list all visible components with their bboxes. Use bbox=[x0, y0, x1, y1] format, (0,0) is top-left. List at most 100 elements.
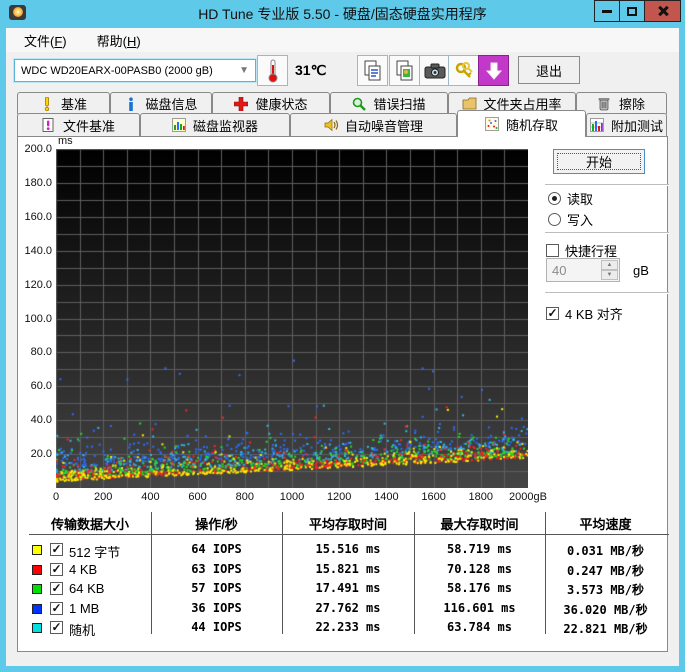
options-button[interactable] bbox=[448, 55, 479, 86]
save-results-button[interactable] bbox=[478, 55, 509, 86]
series-checkbox[interactable]: ✓ bbox=[50, 621, 63, 634]
copy-image-button[interactable] bbox=[389, 55, 420, 86]
menu-bar: 文件(F) 帮助(H) bbox=[6, 28, 679, 52]
app-window: HD Tune 专业版 5.50 - 硬盘/固态硬盘实用程序 文件(F) 帮助(… bbox=[0, 0, 685, 672]
random-access-panel: ms 20.0 40.0 60.0 80.0 100.0 120.0 140.0 160.0 1… bbox=[17, 135, 669, 652]
minimize-button[interactable] bbox=[594, 0, 620, 22]
copy-text-icon bbox=[364, 60, 380, 80]
spin-up-button[interactable]: ▲ bbox=[601, 260, 618, 270]
drive-select-value: WDC WD20EARX-00PASB0 (2000 gB) bbox=[21, 64, 213, 77]
table-row: ✓ 4 KB 63 IOPS 15.821 ms 70.128 ms 0.247 MB/秒 bbox=[18, 561, 669, 580]
short-stroke-unit: gB bbox=[633, 263, 649, 278]
random-access-chart bbox=[56, 149, 528, 488]
cell-iops: 63 IOPS bbox=[191, 561, 242, 576]
y-tick-label: 140.0 bbox=[24, 244, 52, 257]
y-tick-label: 40.0 bbox=[30, 414, 52, 427]
disk-info-icon bbox=[124, 96, 140, 111]
series-color-swatch bbox=[32, 564, 42, 575]
keys-icon bbox=[455, 61, 473, 78]
tab-extra-tests[interactable]: 附加测试 bbox=[586, 113, 667, 136]
series-label: 1 MB bbox=[69, 600, 100, 616]
tab-benchmark[interactable]: 基准 bbox=[17, 92, 110, 114]
cell-avg: 22.233 ms bbox=[315, 620, 381, 634]
x-tick-label: 2000gB bbox=[509, 491, 547, 503]
series-color-swatch bbox=[32, 623, 42, 633]
menu-help[interactable]: 帮助(H) bbox=[97, 31, 141, 50]
y-axis-unit: ms bbox=[58, 135, 73, 147]
tab-label: 基准 bbox=[60, 97, 87, 112]
table-row: ✓ 随机 44 IOPS 22.233 ms 63.784 ms 22.821 MB/秒 bbox=[18, 619, 669, 638]
extra-tests-icon bbox=[590, 118, 606, 132]
tab-error-scan[interactable]: 错误扫描 bbox=[330, 92, 448, 114]
tab-disk-monitor[interactable]: 磁盘监视器 bbox=[140, 113, 290, 136]
read-radio[interactable]: 读取 bbox=[548, 189, 593, 208]
series-checkbox[interactable]: ✓ bbox=[50, 562, 63, 576]
client-area: 文件(F) 帮助(H) WDC WD20EARX-00PASB0 (2000 g… bbox=[6, 28, 679, 666]
start-button[interactable]: 开始 bbox=[553, 149, 645, 174]
tab-label: 文件基准 bbox=[62, 118, 115, 134]
series-checkbox[interactable]: ✓ bbox=[50, 601, 63, 615]
chart-plot-area: ms 20.0 40.0 60.0 80.0 100.0 120.0 140.0 160.0 1… bbox=[24, 135, 547, 503]
series-checkbox[interactable]: ✓ bbox=[50, 543, 63, 556]
tab-aam[interactable]: 自动噪音管理 bbox=[290, 113, 457, 136]
erase-icon bbox=[598, 97, 614, 111]
checkbox-icon bbox=[546, 244, 559, 257]
tab-label: 磁盘监视器 bbox=[192, 118, 258, 134]
exit-button[interactable]: 退出 bbox=[518, 56, 580, 84]
align-4kb-checkbox[interactable]: ✓ 4 KB 对齐 bbox=[546, 304, 623, 323]
benchmark-icon bbox=[40, 96, 56, 111]
maximize-icon bbox=[627, 6, 637, 16]
cell-avg: 17.491 ms bbox=[315, 581, 381, 595]
cell-iops: 36 IOPS bbox=[191, 600, 242, 615]
copy-text-button[interactable] bbox=[357, 55, 388, 86]
results-table: 传输数据大小 操作/秒 平均存取时间 最大存取时间 平均速度 ✓ 512 字节 64 IOP… bbox=[18, 512, 669, 642]
separator bbox=[545, 292, 669, 294]
tab-label: 擦除 bbox=[618, 97, 645, 112]
screenshot-button[interactable] bbox=[419, 55, 450, 86]
folder-usage-icon bbox=[462, 97, 478, 111]
series-color-swatch bbox=[32, 545, 42, 555]
write-radio[interactable]: 写入 bbox=[548, 210, 593, 229]
title-bar: HD Tune 专业版 5.50 - 硬盘/固态硬盘实用程序 bbox=[0, 0, 685, 28]
close-button[interactable] bbox=[644, 0, 681, 22]
menu-file[interactable]: 文件(F) bbox=[24, 31, 67, 50]
maximize-button[interactable] bbox=[619, 0, 645, 22]
cell-avg: 27.762 ms bbox=[315, 600, 381, 615]
tab-file-benchmark[interactable]: 文件基准 bbox=[17, 113, 140, 136]
radio-icon bbox=[548, 213, 561, 226]
cell-iops: 57 IOPS bbox=[191, 581, 242, 595]
checkbox-icon: ✓ bbox=[546, 306, 559, 320]
series-checkbox[interactable]: ✓ bbox=[50, 582, 63, 595]
tab-erase[interactable]: 擦除 bbox=[576, 92, 667, 114]
drive-select[interactable]: WDC WD20EARX-00PASB0 (2000 gB) ▼ bbox=[14, 59, 256, 82]
close-icon bbox=[657, 5, 669, 17]
window-title: HD Tune 专业版 5.50 - 硬盘/固态硬盘实用程序 bbox=[198, 6, 487, 22]
cell-max: 116.601 ms bbox=[443, 600, 516, 615]
y-tick-label: 120.0 bbox=[24, 278, 52, 291]
file-benchmark-icon bbox=[42, 118, 58, 132]
cell-speed: 3.573 MB/秒 bbox=[566, 583, 645, 597]
cell-max: 58.719 ms bbox=[446, 542, 513, 556]
tab-health[interactable]: 健康状态 bbox=[212, 92, 330, 114]
tab-label: 健康状态 bbox=[255, 97, 308, 112]
column-header: 传输数据大小 bbox=[50, 517, 129, 532]
separator bbox=[545, 232, 669, 234]
cell-avg: 15.821 ms bbox=[315, 561, 381, 576]
temperature-button[interactable] bbox=[257, 55, 288, 86]
y-tick-label: 180.0 bbox=[24, 176, 52, 189]
y-tick-label: 200.0 bbox=[24, 143, 52, 155]
thermometer-icon bbox=[268, 59, 277, 82]
cell-speed: 0.247 MB/秒 bbox=[566, 563, 645, 578]
tab-label: 磁盘信息 bbox=[145, 97, 198, 112]
series-color-swatch bbox=[32, 584, 42, 594]
tab-label: 错误扫描 bbox=[373, 97, 426, 112]
series-color-swatch bbox=[32, 603, 42, 614]
tab-random-access[interactable]: 随机存取 bbox=[457, 110, 586, 137]
cell-avg: 15.516 ms bbox=[315, 542, 381, 556]
column-header: 操作/秒 bbox=[195, 517, 238, 532]
y-tick-label: 60.0 bbox=[30, 380, 52, 393]
spin-down-button[interactable]: ▼ bbox=[601, 270, 618, 280]
tab-disk-info[interactable]: 磁盘信息 bbox=[110, 92, 212, 114]
short-stroke-size-input[interactable]: 40 ▲ ▼ bbox=[546, 258, 620, 282]
cell-speed: 0.031 MB/秒 bbox=[566, 544, 645, 558]
